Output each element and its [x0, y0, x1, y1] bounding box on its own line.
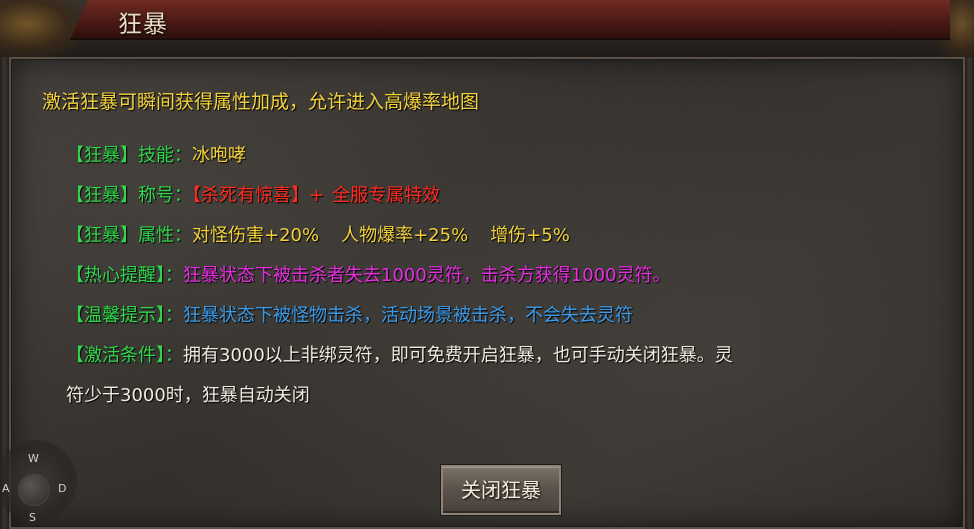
compass-s-label: S [29, 511, 36, 524]
condition-row-cont: 符少于3000时，狂暴自动关闭 [66, 381, 310, 407]
condition-row: 【激活条件】：拥有3000以上非绑灵符，即可免费开启狂暴，也可手动关闭狂暴。灵 [66, 341, 733, 367]
title-row: 【狂暴】称号：【杀死有惊喜】+ 全服专属特效 [66, 181, 440, 207]
tip-row: 【热心提醒】：狂暴状态下被击杀者失去1000灵符，击杀方获得1000灵符。 [66, 261, 671, 287]
content-panel [9, 57, 965, 529]
warm-tip-label: 【温馨提示】： [66, 305, 183, 326]
warm-tip-value: 狂暴状态下被怪物击杀，活动场景被击杀，不会失去灵符 [183, 305, 633, 326]
skill-label: 【狂暴】技能： [66, 145, 192, 166]
title-value: 【杀死有惊喜】+ [192, 185, 325, 206]
title-plate [70, 0, 950, 40]
joystick-knob[interactable] [18, 474, 50, 506]
compass-a-label: A [2, 482, 10, 495]
skill-row: 【狂暴】技能：冰咆哮 [66, 141, 246, 167]
compass-d-label: D [58, 482, 67, 495]
condition-value-cont: 符少于3000时，狂暴自动关闭 [66, 385, 310, 406]
attribute-increase: 增伤+5% [490, 225, 570, 246]
condition-label: 【激活条件】： [66, 345, 183, 366]
tip-value: 狂暴状态下被击杀者失去1000灵符，击杀方获得1000灵符。 [183, 265, 671, 286]
warm-tip-row: 【温馨提示】：狂暴状态下被怪物击杀，活动场景被击杀，不会失去灵符 [66, 301, 633, 327]
tip-label: 【热心提醒】： [66, 265, 183, 286]
condition-value: 拥有3000以上非绑灵符，即可免费开启狂暴，也可手动关闭狂暴。灵 [183, 345, 733, 366]
attribute-droprate: 人物爆率+25% [341, 225, 469, 246]
title-effect: 全服专属特效 [332, 185, 441, 206]
attribute-damage: 对怪伤害+20% [192, 225, 320, 246]
window-title: 狂暴 [118, 10, 168, 38]
title-label: 【狂暴】称号： [66, 185, 192, 206]
frame-right [965, 57, 974, 529]
attribute-row: 【狂暴】属性：对怪伤害+20% 人物爆率+25% 增伤+5% [66, 221, 570, 247]
intro-text: 激活狂暴可瞬间获得属性加成，允许进入高爆率地图 [42, 91, 480, 113]
skill-value: 冰咆哮 [192, 145, 246, 166]
attribute-label: 【狂暴】属性： [66, 225, 192, 246]
compass-w-label: W [28, 452, 39, 465]
close-berserk-button[interactable]: 关闭狂暴 [441, 465, 561, 515]
